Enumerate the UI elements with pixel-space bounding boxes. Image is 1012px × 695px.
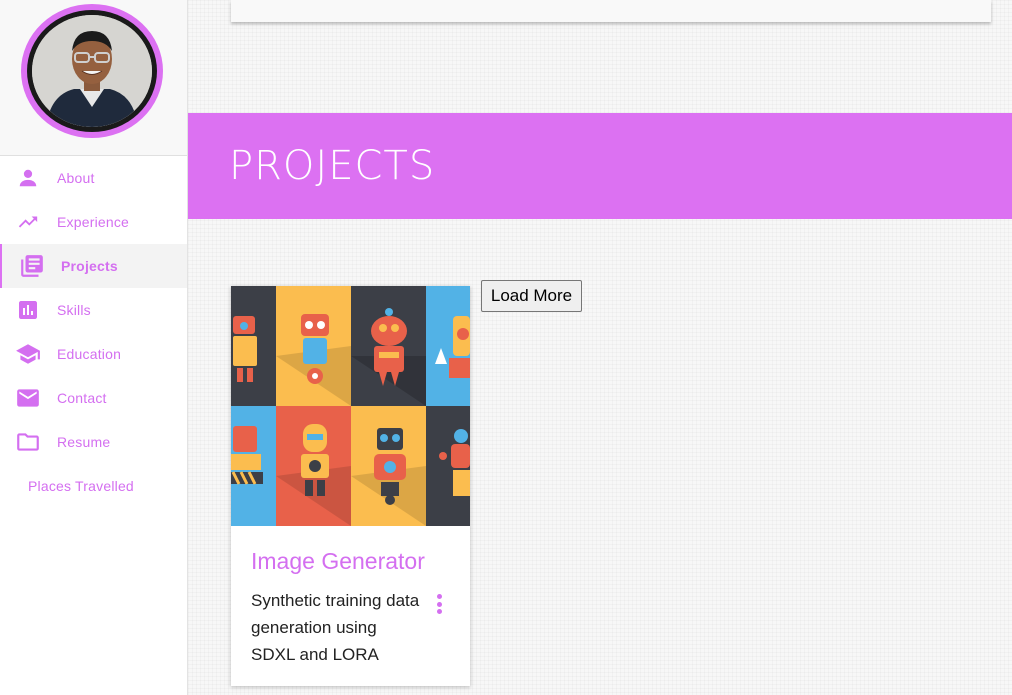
mail-icon <box>15 386 41 410</box>
project-title[interactable]: Image Generator <box>251 548 450 575</box>
sidebar-item-label: Resume <box>57 434 111 450</box>
more-vert-icon[interactable] <box>434 594 444 614</box>
sidebar-item-places-travelled[interactable]: Places Travelled <box>0 464 187 508</box>
project-card[interactable]: Image Generator Synthetic training data … <box>231 286 470 686</box>
sidebar-item-label: Contact <box>57 390 107 406</box>
previous-section-card <box>231 0 991 22</box>
sidebar-item-skills[interactable]: Skills <box>0 288 187 332</box>
avatar <box>21 4 163 138</box>
sidebar-item-label: Skills <box>57 302 91 318</box>
section-banner: PROJECTS <box>188 113 1012 219</box>
school-icon <box>15 342 41 366</box>
bar-chart-icon <box>15 298 41 322</box>
sidebar-item-label: About <box>57 170 95 186</box>
folder-icon <box>15 430 41 454</box>
profile-header <box>0 0 187 156</box>
person-icon <box>15 166 41 190</box>
sidebar-item-projects[interactable]: Projects <box>0 244 187 288</box>
trending-up-icon <box>15 210 41 234</box>
sidebar-item-label: Education <box>57 346 122 362</box>
sidebar-nav: About Experience Projects Skills Educati… <box>0 156 187 508</box>
sidebar-item-experience[interactable]: Experience <box>0 200 187 244</box>
profile-photo <box>32 15 152 127</box>
library-books-icon <box>19 254 45 278</box>
sidebar: About Experience Projects Skills Educati… <box>0 0 188 695</box>
project-card-body: Image Generator Synthetic training data … <box>231 526 470 668</box>
sidebar-item-label: Places Travelled <box>28 478 134 494</box>
section-title: PROJECTS <box>229 143 436 189</box>
sidebar-item-label: Projects <box>61 258 118 274</box>
load-more-button[interactable]: Load More <box>481 280 582 312</box>
project-thumbnail <box>231 286 470 526</box>
sidebar-item-about[interactable]: About <box>0 156 187 200</box>
sidebar-item-label: Experience <box>57 214 130 230</box>
sidebar-item-contact[interactable]: Contact <box>0 376 187 420</box>
project-description: Synthetic training data generation using… <box>251 591 420 664</box>
sidebar-item-education[interactable]: Education <box>0 332 187 376</box>
sidebar-item-resume[interactable]: Resume <box>0 420 187 464</box>
